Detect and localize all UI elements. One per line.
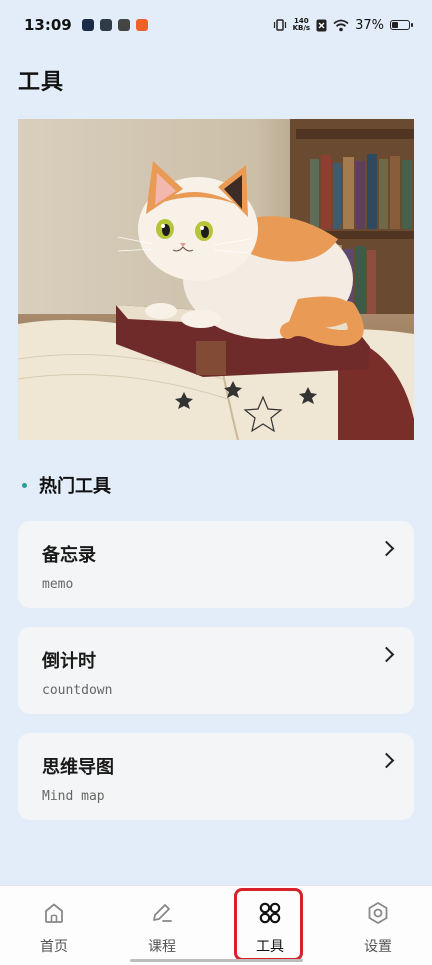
home-indicator[interactable] xyxy=(130,959,303,962)
section-bullet xyxy=(22,482,27,488)
tool-title: 思维导图 xyxy=(42,757,114,778)
nav-item-settings[interactable]: 设置 xyxy=(324,886,432,965)
tool-title: 倒计时 xyxy=(42,651,96,672)
nav-item-courses[interactable]: 课程 xyxy=(108,886,216,965)
status-bar: 13:09 140 KB/s 37% xyxy=(0,0,432,50)
shopping-app-icon xyxy=(135,19,148,31)
nav-item-home[interactable]: 首页 xyxy=(0,886,108,965)
nav-label: 首页 xyxy=(40,939,68,955)
section-title: 热门工具 xyxy=(39,476,111,497)
tool-title: 备忘录 xyxy=(42,545,96,566)
tools-icon xyxy=(259,902,281,924)
tool-card-mind-map[interactable]: 思维导图 Mind map xyxy=(18,733,414,820)
no-sim-icon xyxy=(316,19,327,31)
tool-subtitle: Mind map xyxy=(42,789,105,804)
cat-on-book-illustration xyxy=(18,119,414,440)
nav-item-tools[interactable]: 工具 xyxy=(216,886,324,965)
tool-card-memo[interactable]: 备忘录 memo xyxy=(18,521,414,608)
status-left: 13:09 xyxy=(24,16,148,34)
network-speed-unit: KB/s xyxy=(292,24,311,32)
section-header: 热门工具 xyxy=(22,472,111,498)
tool-subtitle: memo xyxy=(42,577,74,592)
edit-icon xyxy=(153,904,172,922)
battery-icon xyxy=(390,20,413,30)
battery-percent: 37% xyxy=(355,17,384,33)
status-time: 13:09 xyxy=(24,16,72,34)
browser-app-icon xyxy=(99,19,112,31)
nav-label: 工具 xyxy=(256,939,284,955)
battery-fill xyxy=(392,22,398,28)
page-title: 工具 xyxy=(18,70,65,95)
tool-subtitle: countdown xyxy=(42,683,113,698)
wifi-icon xyxy=(333,19,349,31)
hero-image xyxy=(18,119,414,440)
home-icon xyxy=(45,903,63,923)
network-speed: 140 KB/s xyxy=(293,18,310,32)
status-right: 140 KB/s 37% xyxy=(273,17,413,33)
settings-icon xyxy=(368,902,388,924)
tool-card-countdown[interactable]: 倒计时 countdown xyxy=(18,627,414,714)
bottom-nav: 首页 课程 工具 设置 xyxy=(0,885,432,965)
video-app-icon xyxy=(81,19,94,31)
nav-label: 课程 xyxy=(148,939,176,955)
media-app-icon xyxy=(117,19,130,31)
vibrate-icon xyxy=(273,19,286,31)
nav-label: 设置 xyxy=(364,939,392,955)
